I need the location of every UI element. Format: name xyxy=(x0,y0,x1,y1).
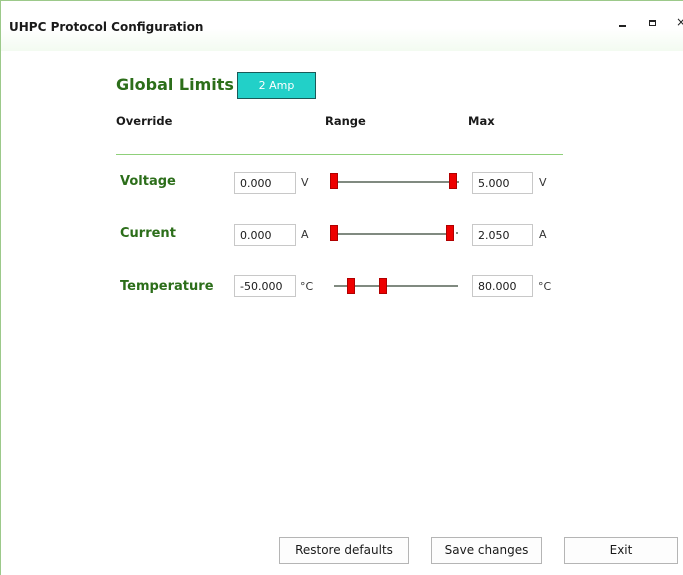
voltage-range-max-thumb[interactable] xyxy=(449,173,457,189)
temperature-max-unit: °C xyxy=(538,280,552,293)
voltage-min-unit: V xyxy=(301,176,309,189)
current-min-unit: A xyxy=(301,228,309,241)
close-icon[interactable]: × xyxy=(671,13,683,31)
maximize-icon[interactable] xyxy=(642,13,662,31)
column-header-max: Max xyxy=(468,114,495,128)
current-range-min-thumb[interactable] xyxy=(330,225,338,241)
voltage-range-track xyxy=(331,181,459,183)
section-title: Global Limits xyxy=(116,75,234,94)
save-changes-button[interactable]: Save changes xyxy=(431,537,542,564)
restore-defaults-button[interactable]: Restore defaults xyxy=(279,537,409,564)
temperature-max-input[interactable] xyxy=(472,275,533,297)
config-window: UHPC Protocol Configuration × Global Lim… xyxy=(0,0,683,575)
amp-mode-button[interactable]: 2 Amp xyxy=(237,72,316,99)
row-label-temperature: Temperature xyxy=(120,279,214,294)
title-bar: UHPC Protocol Configuration × xyxy=(1,1,683,51)
temperature-range-max-thumb[interactable] xyxy=(379,278,387,294)
header-divider xyxy=(116,154,563,155)
current-max-unit: A xyxy=(539,228,547,241)
current-range-track xyxy=(331,233,453,235)
window-title: UHPC Protocol Configuration xyxy=(9,20,204,34)
current-range-max-thumb[interactable] xyxy=(446,225,454,241)
temperature-min-input[interactable] xyxy=(234,275,296,297)
row-label-voltage: Voltage xyxy=(120,174,176,189)
exit-button[interactable]: Exit xyxy=(564,537,678,564)
temperature-min-unit: °C xyxy=(300,280,314,293)
minimize-icon[interactable] xyxy=(612,13,632,31)
row-label-current: Current xyxy=(120,226,176,241)
column-header-override: Override xyxy=(116,114,173,128)
column-header-range: Range xyxy=(325,114,366,128)
current-max-input[interactable] xyxy=(472,224,533,246)
temperature-range-min-thumb[interactable] xyxy=(347,278,355,294)
voltage-max-unit: V xyxy=(539,176,547,189)
current-min-input[interactable] xyxy=(234,224,296,246)
voltage-range-min-thumb[interactable] xyxy=(330,173,338,189)
voltage-max-input[interactable] xyxy=(472,172,533,194)
current-range-tick xyxy=(456,232,458,234)
voltage-min-input[interactable] xyxy=(234,172,296,194)
